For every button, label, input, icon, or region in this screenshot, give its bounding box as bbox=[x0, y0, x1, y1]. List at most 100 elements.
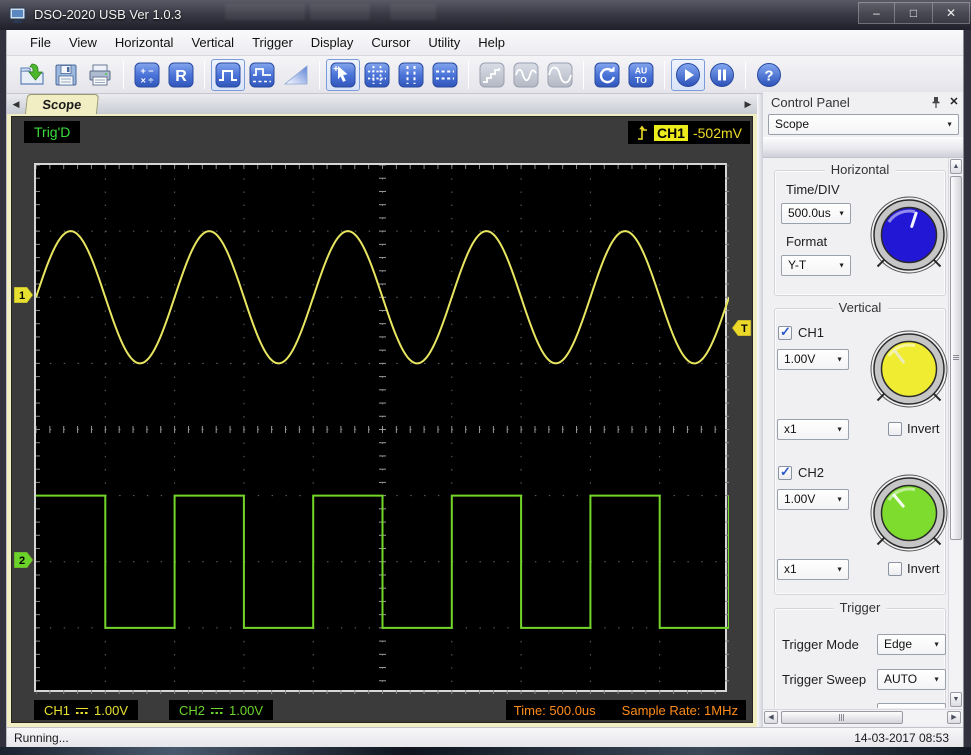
toolbar-separator bbox=[204, 60, 205, 89]
vscroll-thumb[interactable] bbox=[950, 176, 962, 540]
toolbar-open-button[interactable] bbox=[15, 59, 49, 91]
minimize-button[interactable]: – bbox=[858, 2, 895, 24]
scope-footer: CH1 1.00V CH2 1.00V Time: 500.0us Sample R… bbox=[16, 698, 750, 722]
refresh-icon bbox=[594, 62, 620, 88]
ch2-trace bbox=[36, 494, 730, 629]
control-panel-vscrollbar[interactable]: ▲ ▼ bbox=[948, 158, 962, 708]
toolbar-vertical-cursors-button[interactable] bbox=[394, 59, 428, 91]
dc-coupling-icon bbox=[76, 706, 89, 715]
trigger-source-combo-partial[interactable] bbox=[877, 703, 946, 708]
maximize-button[interactable]: □ bbox=[895, 2, 933, 24]
scroll-down-icon[interactable]: ▼ bbox=[950, 692, 962, 707]
ch2-readout: CH2 1.00V bbox=[169, 700, 273, 720]
toolbar-help-button[interactable]: ? bbox=[752, 59, 786, 91]
toolbar-play-button[interactable] bbox=[671, 58, 705, 91]
ch2-position-marker[interactable]: 2 bbox=[13, 551, 35, 569]
menu-item-horizontal[interactable]: Horizontal bbox=[106, 30, 183, 56]
tab-scroll-left-icon[interactable]: ◀ bbox=[9, 97, 23, 111]
close-button[interactable]: ✕ bbox=[933, 2, 970, 24]
pin-icon[interactable] bbox=[929, 96, 943, 110]
control-panel-hscrollbar[interactable]: ◀ ▶ bbox=[763, 709, 962, 725]
ch2-scale-value: 1.00V bbox=[784, 492, 816, 506]
ch2-invert-checkbox[interactable] bbox=[888, 562, 902, 576]
toolbar-cursor-button[interactable] bbox=[326, 58, 360, 91]
scroll-right-icon[interactable]: ▶ bbox=[947, 711, 961, 724]
time-div-label: Time/DIV bbox=[786, 182, 840, 197]
ch1-position-marker[interactable]: 1 bbox=[13, 286, 35, 304]
ch1-position-knob[interactable] bbox=[869, 328, 948, 414]
menu-item-cursor[interactable]: Cursor bbox=[362, 30, 419, 56]
time-div-combo[interactable]: 500.0us ▼ bbox=[781, 203, 851, 224]
scope-panel: Trig'D CH1 -502mV CH1 1.00V CH2 1.00V Time… bbox=[11, 116, 753, 723]
menu-item-file[interactable]: File bbox=[21, 30, 60, 56]
scope-display[interactable] bbox=[34, 163, 730, 694]
hscroll-thumb[interactable] bbox=[781, 711, 903, 724]
sine-icon bbox=[547, 62, 573, 88]
toolbar-pulse-train-button[interactable] bbox=[245, 59, 279, 91]
toolbar-horizontal-cursors-button[interactable] bbox=[428, 59, 462, 91]
menu-item-view[interactable]: View bbox=[60, 30, 106, 56]
toolbar-pause-button[interactable] bbox=[705, 59, 739, 91]
ch1-scale-combo[interactable]: 1.00V ▼ bbox=[777, 349, 849, 370]
chevron-down-icon: ▼ bbox=[838, 210, 845, 217]
ch2-scale-combo[interactable]: 1.00V ▼ bbox=[777, 489, 849, 510]
reference-icon: R bbox=[168, 62, 194, 88]
ch1-scale-value: 1.00V bbox=[784, 352, 816, 366]
toolbar-ramp-button[interactable] bbox=[279, 59, 313, 91]
ch2-position-knob[interactable] bbox=[869, 472, 948, 558]
time-div-value: 500.0us bbox=[788, 206, 831, 220]
trigger-channel-badge: CH1 bbox=[653, 124, 688, 141]
ch2-probe-value: x1 bbox=[784, 562, 797, 576]
time-per-div-value: Time: 500.0us bbox=[513, 702, 596, 718]
trigger-level-marker[interactable]: T bbox=[731, 320, 752, 337]
window-border-right bbox=[963, 30, 971, 747]
svg-text:+ −: + − bbox=[140, 66, 153, 76]
trigger-sweep-combo[interactable]: AUTO ▼ bbox=[877, 669, 946, 690]
toolbar-math-button[interactable]: + − × ÷ bbox=[130, 59, 164, 91]
control-panel-title: Control Panel bbox=[771, 95, 850, 110]
help-icon: ? bbox=[756, 62, 782, 88]
ch2-probe-combo[interactable]: x1 ▼ bbox=[777, 559, 849, 580]
toolbar-print-button[interactable] bbox=[83, 59, 117, 91]
ch1-enable-checkbox[interactable] bbox=[778, 324, 792, 340]
tab-scroll-right-icon[interactable]: ▶ bbox=[741, 97, 755, 111]
toolbar-grid-button[interactable] bbox=[360, 59, 394, 91]
acquisition-readout: Time: 500.0us Sample Rate: 1MHz bbox=[505, 700, 746, 720]
scroll-left-icon[interactable]: ◀ bbox=[764, 711, 778, 724]
ch2-enable-checkbox[interactable] bbox=[778, 464, 792, 480]
ch1-invert-label: Invert bbox=[907, 421, 940, 436]
toolbar-pulse-button[interactable] bbox=[211, 58, 245, 91]
ch1-checkbox-label: CH1 bbox=[798, 325, 825, 340]
control-panel-close-icon[interactable]: ✕ bbox=[947, 95, 961, 109]
panel-selector-combo[interactable]: Scope ▼ bbox=[768, 114, 959, 135]
menu-item-vertical[interactable]: Vertical bbox=[182, 30, 243, 56]
format-combo[interactable]: Y-T ▼ bbox=[781, 255, 851, 276]
ch2-scale-value: 1.00V bbox=[229, 702, 263, 718]
svg-text:T: T bbox=[741, 323, 748, 335]
toolbar-sine-button bbox=[543, 59, 577, 91]
ch2-invert-label: Invert bbox=[907, 561, 940, 576]
menu-item-utility[interactable]: Utility bbox=[419, 30, 469, 56]
toolbar-wave-button bbox=[509, 59, 543, 91]
chevron-down-icon: ▼ bbox=[836, 426, 843, 433]
menu-item-trigger[interactable]: Trigger bbox=[243, 30, 302, 56]
toolbar-auto-button[interactable]: AU TO bbox=[624, 59, 658, 91]
menu-item-help[interactable]: Help bbox=[469, 30, 514, 56]
ch1-invert-checkbox[interactable] bbox=[888, 422, 902, 436]
math-icon: + − × ÷ bbox=[134, 62, 160, 88]
trigger-mode-label: Trigger Mode bbox=[782, 637, 859, 652]
ch2-label: CH2 bbox=[179, 702, 206, 718]
menu-item-display[interactable]: Display bbox=[302, 30, 363, 56]
svg-text:2: 2 bbox=[19, 555, 25, 567]
trigger-sweep-label: Trigger Sweep bbox=[782, 672, 867, 687]
control-panel-content: Horizontal Time/DIV 500.0us ▼ Format Y-T ▼… bbox=[763, 158, 948, 708]
toolbar-refresh-button[interactable] bbox=[590, 59, 624, 91]
toolbar-save-button[interactable] bbox=[49, 59, 83, 91]
ch1-probe-combo[interactable]: x1 ▼ bbox=[777, 419, 849, 440]
horizontal-knob[interactable] bbox=[869, 194, 948, 280]
tab-scope[interactable]: Scope bbox=[24, 94, 100, 114]
format-label: Format bbox=[786, 234, 828, 249]
toolbar-reference-button[interactable]: R bbox=[164, 59, 198, 91]
scroll-up-icon[interactable]: ▲ bbox=[950, 159, 962, 174]
trigger-mode-combo[interactable]: Edge ▼ bbox=[877, 634, 946, 655]
